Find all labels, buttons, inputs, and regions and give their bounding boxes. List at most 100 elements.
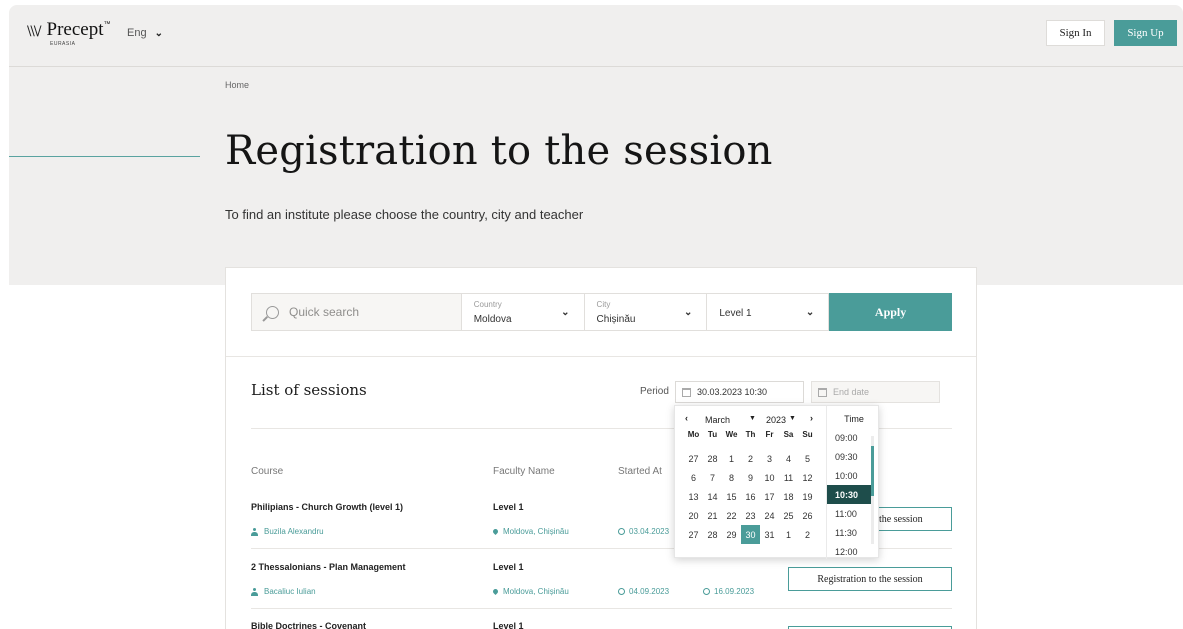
chevron-down-icon: ⌄ — [561, 307, 570, 318]
calendar-day[interactable]: 5 — [798, 449, 817, 468]
month-select[interactable]: March — [705, 415, 730, 425]
search-input[interactable]: Quick search — [251, 293, 462, 331]
calendar-grid: Mo Tu We Th Fr Sa Su 27 28 1 2 3 4 5 6 7 8 9 10 11 12 13 14 15 1… — [684, 430, 817, 544]
teacher-name: Bacaliuc Iulian — [264, 587, 316, 596]
calendar-day[interactable]: 15 — [722, 487, 741, 506]
calendar-header: ‹ March ▼ 2023 ▼ › — [675, 413, 825, 427]
breadcrumb-home[interactable]: Home — [225, 80, 249, 90]
course-name: Philipians - Church Growth (level 1) — [251, 502, 404, 512]
calendar-day[interactable]: 9 — [741, 468, 760, 487]
end-date-placeholder: End date — [833, 387, 870, 397]
calendar-day[interactable]: 29 — [722, 525, 741, 544]
city-label: City — [596, 300, 611, 309]
chevron-left-icon[interactable]: ‹ — [685, 413, 688, 423]
person-icon — [251, 587, 258, 596]
person-icon — [251, 527, 258, 536]
calendar-day[interactable]: 21 — [703, 506, 722, 525]
weekday-label: Tu — [707, 430, 718, 439]
calendar-day[interactable]: 8 — [722, 468, 741, 487]
location: Moldova, Chișinău — [491, 587, 569, 596]
calendar-day[interactable]: 2 — [741, 449, 760, 468]
country-select[interactable]: Country Moldova ⌄ — [461, 293, 585, 331]
calendar-day-selected[interactable]: 30 — [741, 525, 760, 544]
page-subtitle: To find an institute please choose the c… — [225, 207, 584, 222]
apply-button[interactable]: Apply — [829, 293, 953, 331]
search-icon — [266, 305, 279, 319]
weekday-label: Mo — [687, 430, 700, 439]
row-divider — [251, 608, 952, 609]
weekday-label: Su — [802, 430, 813, 439]
register-session-button[interactable]: Registration to the session — [788, 567, 952, 591]
calendar-day[interactable]: 27 — [684, 449, 703, 468]
calendar-day[interactable]: 17 — [760, 487, 779, 506]
level-select[interactable]: Level 1 ⌄ — [707, 293, 830, 331]
calendar-day[interactable]: 28 — [703, 449, 722, 468]
calendar-day[interactable]: 11 — [779, 468, 798, 487]
end-date-input[interactable]: End date — [811, 381, 940, 403]
city-select[interactable]: City Chișinău ⌄ — [584, 293, 708, 331]
calendar-day[interactable]: 25 — [779, 506, 798, 525]
country-label: Country — [473, 300, 502, 309]
calendar-day[interactable]: 28 — [703, 525, 722, 544]
calendar-day[interactable]: 1 — [779, 525, 798, 544]
clock-icon — [618, 588, 625, 595]
calendar-day[interactable]: 18 — [779, 487, 798, 506]
calendar-day[interactable]: 2 — [798, 525, 817, 544]
location-text: Moldova, Chișinău — [503, 527, 569, 536]
calendar-day[interactable]: 10 — [760, 468, 779, 487]
chevron-right-icon[interactable]: › — [810, 413, 813, 423]
language-selector[interactable]: Eng ⌄ — [127, 27, 163, 39]
logo-mark-icon: \\\/ — [27, 24, 41, 39]
logo[interactable]: \\\/ Precept ™ EURASIA — [27, 20, 111, 48]
calendar-day[interactable]: 16 — [741, 487, 760, 506]
period-label: Period — [640, 386, 669, 397]
teacher[interactable]: Bacaliuc Iulian — [251, 587, 316, 596]
calendar-day[interactable]: 31 — [760, 525, 779, 544]
calendar-day[interactable]: 12 — [798, 468, 817, 487]
calendar-day[interactable]: 14 — [703, 487, 722, 506]
calendar-day[interactable]: 24 — [760, 506, 779, 525]
faculty-name: Level 1 — [493, 502, 524, 512]
calendar-day[interactable]: 4 — [779, 449, 798, 468]
time-option-selected[interactable]: 10:30 — [827, 485, 871, 504]
calendar-day[interactable]: 27 — [684, 525, 703, 544]
calendar-day[interactable]: 7 — [703, 468, 722, 487]
start-date-text: 03.04.2023 — [629, 527, 670, 536]
chevron-down-icon[interactable]: ▼ — [789, 415, 796, 422]
calendar: ‹ March ▼ 2023 ▼ › Mo Tu We Th Fr Sa Su 27 28 1 2 3… — [675, 406, 825, 559]
location-text: Moldova, Chișinău — [503, 587, 569, 596]
weekday-label: Fr — [765, 430, 774, 439]
logo-trademark: ™ — [103, 21, 111, 28]
calendar-day[interactable]: 26 — [798, 506, 817, 525]
date-time-picker: ‹ March ▼ 2023 ▼ › Mo Tu We Th Fr Sa Su 27 28 1 2 3… — [674, 405, 880, 559]
start-date-text: 04.09.2023 — [629, 587, 670, 596]
divider — [226, 356, 976, 357]
end-date-text: 16.09.2023 — [714, 587, 755, 596]
calendar-day[interactable]: 19 — [798, 487, 817, 506]
calendar-day[interactable]: 22 — [722, 506, 741, 525]
time-column: Time 09:00 09:30 10:00 10:30 11:00 11:30 12:00 — [826, 406, 880, 559]
sessions-title: List of sessions — [251, 381, 367, 399]
logo-tagline: EURASIA — [50, 41, 76, 47]
top-bar: \\\/ Precept ™ EURASIA Eng ⌄ Sign In Sig… — [9, 5, 1183, 67]
calendar-day[interactable]: 13 — [684, 487, 703, 506]
calendar-day[interactable]: 23 — [741, 506, 760, 525]
year-select[interactable]: 2023 — [766, 415, 786, 425]
time-option[interactable]: 12:00 — [827, 542, 881, 561]
chevron-down-icon[interactable]: ▼ — [749, 415, 756, 422]
start-date-input[interactable]: 30.03.2023 10:30 — [675, 381, 804, 403]
sign-up-button[interactable]: Sign Up — [1114, 20, 1177, 46]
teacher[interactable]: Buzila Alexandru — [251, 527, 324, 536]
city-value: Chișinău — [596, 314, 636, 325]
time-scrollbar-thumb[interactable] — [871, 446, 874, 496]
location: Moldova, Chișinău — [491, 527, 569, 536]
calendar-day[interactable]: 20 — [684, 506, 703, 525]
column-header-started: Started At — [618, 466, 662, 477]
calendar-day[interactable]: 3 — [760, 449, 779, 468]
calendar-day[interactable]: 1 — [722, 449, 741, 468]
calendar-day[interactable]: 6 — [684, 468, 703, 487]
end-date: 16.09.2023 — [703, 587, 754, 596]
calendar-icon — [818, 387, 827, 397]
calendar-icon — [682, 387, 691, 397]
sign-in-button[interactable]: Sign In — [1046, 20, 1105, 46]
